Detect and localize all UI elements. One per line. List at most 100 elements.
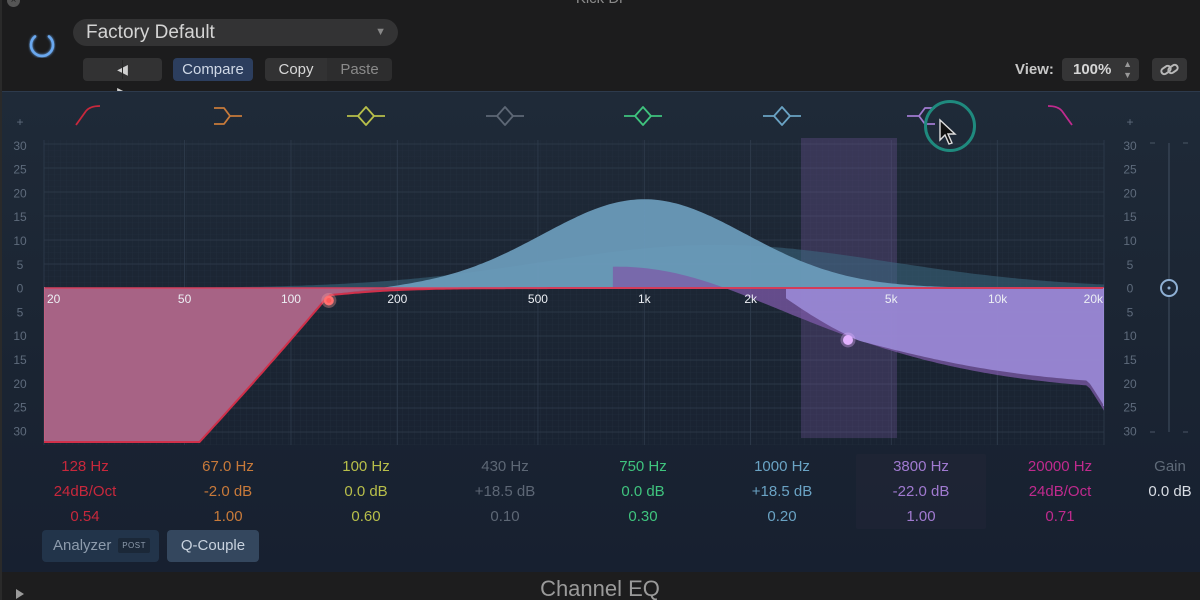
band-band-3-toggle-icon[interactable]: [624, 106, 662, 126]
band-column-low-cut: 128 Hz 24dB/Oct 0.54: [20, 454, 150, 529]
band-q-value[interactable]: 0.30: [578, 504, 708, 529]
link-button[interactable]: [1152, 58, 1187, 81]
preset-dropdown[interactable]: Factory Default ▼: [73, 19, 398, 46]
channel-eq-window: Kick Dr × Factory Default ▼ ◀ ▶ Compare …: [0, 0, 1200, 600]
band-shape-glyph: [486, 106, 524, 126]
db-tick-label: 30: [13, 424, 27, 438]
view-zoom-select[interactable]: 100% ▲ ▼: [1062, 58, 1139, 81]
db-tick-label: 30: [1123, 139, 1137, 153]
band-gain-value[interactable]: -2.0 dB: [163, 479, 293, 504]
band-q-value[interactable]: 1.00: [163, 504, 293, 529]
band-shape-glyph: [624, 106, 662, 126]
gain-title: Gain: [1154, 458, 1186, 475]
db-tick-label: -: [18, 448, 22, 452]
frequency-tick-label: 100: [281, 292, 301, 306]
db-tick-label: 0: [17, 282, 24, 296]
band-shape-glyph: [75, 105, 101, 126]
db-tick-label: +: [16, 115, 23, 129]
view-zoom-value: 100%: [1073, 61, 1112, 78]
power-icon[interactable]: [24, 26, 60, 62]
band-column-band-1: 100 Hz 0.0 dB 0.60: [301, 454, 431, 529]
band-shape-glyph: [347, 106, 385, 126]
analyzer-label: Analyzer: [53, 537, 112, 554]
band-column-band-4: 1000 Hz +18.5 dB 0.20: [717, 454, 847, 529]
band-shape-glyph: [763, 106, 801, 126]
frequency-tick-label: 500: [528, 292, 548, 306]
db-tick-label: 20: [13, 377, 27, 391]
link-icon: [1160, 63, 1179, 76]
db-tick-label: 5: [1127, 258, 1134, 272]
frequency-tick-label: 2k: [744, 292, 758, 306]
band-column-high-cut: 20000 Hz 24dB/Oct 0.71: [995, 454, 1125, 529]
band-gain-value[interactable]: +18.5 dB: [717, 479, 847, 504]
band-freq-value[interactable]: 1000 Hz: [717, 454, 847, 479]
db-tick-label: 10: [1123, 234, 1137, 248]
view-label: View:: [1015, 61, 1054, 78]
paste-button[interactable]: Paste: [327, 58, 392, 81]
band-freq-value[interactable]: 430 Hz: [440, 454, 570, 479]
db-tick-label: 30: [13, 139, 27, 153]
band-freq-value[interactable]: 3800 Hz: [856, 454, 986, 479]
db-tick-label: 15: [13, 353, 27, 367]
compare-button[interactable]: Compare: [173, 58, 253, 81]
copy-button[interactable]: Copy: [265, 58, 327, 81]
band-low-cut-toggle-icon[interactable]: [75, 105, 101, 126]
frequency-tick-label: 20: [47, 292, 61, 306]
db-tick-label: 15: [13, 210, 27, 224]
db-tick-label: -: [1128, 448, 1132, 452]
db-tick-label: 10: [13, 234, 27, 248]
mouse-pointer-icon: [939, 118, 957, 145]
db-tick-label: 20: [13, 186, 27, 200]
band-q-value[interactable]: 1.00: [856, 504, 986, 529]
db-tick-label: 25: [1123, 401, 1137, 415]
band-q-value[interactable]: 0.10: [440, 504, 570, 529]
band-band-1-toggle-icon[interactable]: [347, 106, 385, 126]
band-freq-value[interactable]: 128 Hz: [20, 454, 150, 479]
band-low-shelf-toggle-icon[interactable]: [214, 107, 242, 125]
band-freq-value[interactable]: 67.0 Hz: [163, 454, 293, 479]
band-q-value[interactable]: 0.60: [301, 504, 431, 529]
low-cut-handle[interactable]: [321, 292, 337, 308]
band-q-value[interactable]: 0.71: [995, 504, 1125, 529]
db-tick-label: 10: [1123, 329, 1137, 343]
band-column-low-shelf: 67.0 Hz -2.0 dB 1.00: [163, 454, 293, 529]
db-tick-label: 30: [1123, 424, 1137, 438]
db-tick-label: 10: [13, 329, 27, 343]
frequency-tick-label: 50: [178, 292, 192, 306]
stepper-icon: ▲ ▼: [1123, 59, 1132, 80]
band-gain-value[interactable]: 24dB/Oct: [20, 479, 150, 504]
high-shelf-handle[interactable]: [840, 332, 856, 348]
band-freq-value[interactable]: 20000 Hz: [995, 454, 1125, 479]
divider: [122, 60, 123, 79]
db-tick-label: +: [1126, 115, 1133, 129]
db-tick-label: 20: [1123, 186, 1137, 200]
db-tick-label: 15: [1123, 353, 1137, 367]
band-gain-value[interactable]: -22.0 dB: [856, 479, 986, 504]
analyzer-mode-badge[interactable]: POST: [118, 538, 150, 553]
db-tick-label: 25: [13, 163, 27, 177]
db-tick-label: 5: [17, 258, 24, 272]
band-gain-value[interactable]: 0.0 dB: [301, 479, 431, 504]
band-band-2-toggle-icon[interactable]: [486, 106, 524, 126]
band-gain-value[interactable]: 24dB/Oct: [995, 479, 1125, 504]
output-gain-slider[interactable]: [1150, 142, 1188, 433]
window-title: Kick Dr: [0, 0, 1200, 7]
band-band-4-toggle-icon[interactable]: [763, 106, 801, 126]
band-high-cut-toggle-icon[interactable]: [1047, 105, 1073, 126]
band-gain-value[interactable]: +18.5 dB: [440, 479, 570, 504]
band-icons: [75, 105, 1073, 126]
frequency-tick-label: 200: [387, 292, 407, 306]
eq-graph[interactable]: + +30 3025 2520 2015 1510 105 50 05 510 1015 1520 20…: [0, 92, 1200, 452]
q-couple-button[interactable]: Q-Couple: [167, 530, 259, 562]
band-freq-value[interactable]: 100 Hz: [301, 454, 431, 479]
db-tick-label: 0: [1127, 282, 1134, 296]
db-tick-label: 5: [1127, 305, 1134, 319]
band-freq-value[interactable]: 750 Hz: [578, 454, 708, 479]
band-gain-value[interactable]: 0.0 dB: [578, 479, 708, 504]
gain-value[interactable]: 0.0 dB: [1140, 479, 1200, 504]
graph-left-edge: [44, 287, 45, 441]
db-tick-label: 15: [1123, 210, 1137, 224]
band-q-value[interactable]: 0.54: [20, 504, 150, 529]
band-q-value[interactable]: 0.20: [717, 504, 847, 529]
analyzer-button[interactable]: Analyzer POST: [42, 530, 159, 562]
